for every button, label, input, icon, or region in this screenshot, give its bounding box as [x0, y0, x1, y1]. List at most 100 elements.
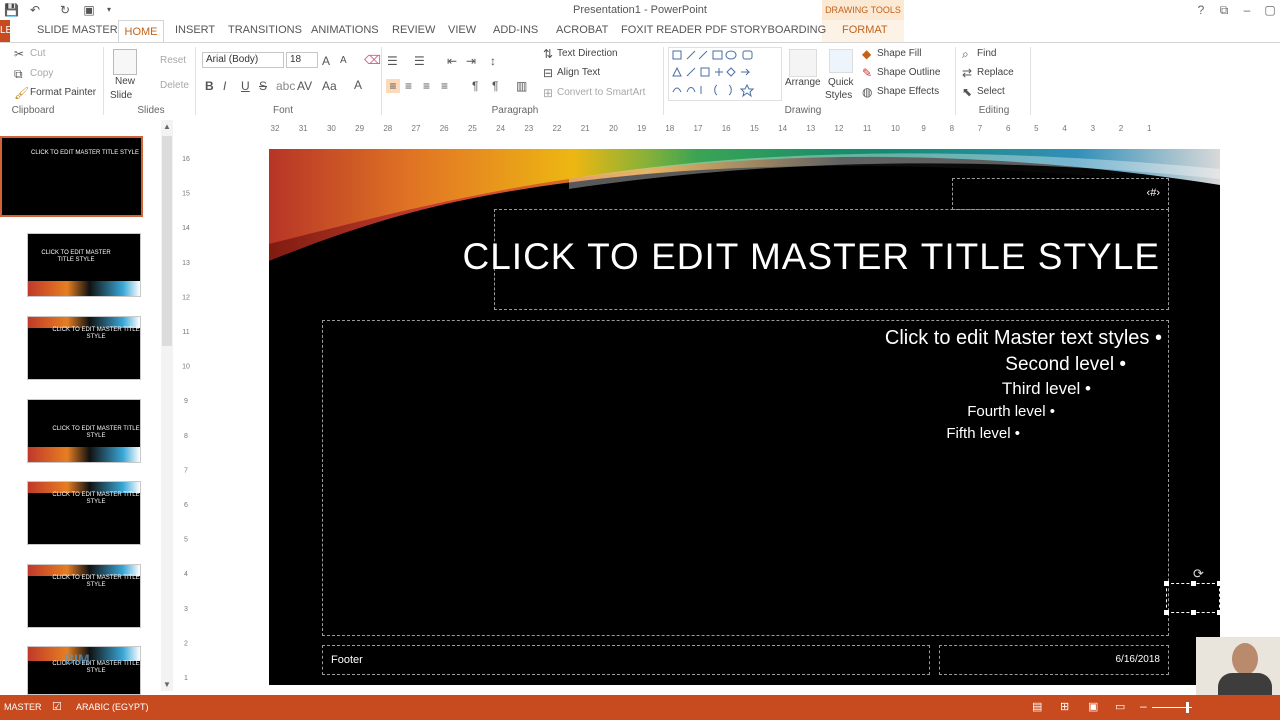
thumbnail-layout[interactable]: CLICK TO EDIT MASTER TITLE STYLE: [27, 316, 141, 380]
convert-smartart-button[interactable]: Convert to SmartArt: [557, 87, 645, 98]
new-slide-button[interactable]: New: [115, 76, 135, 87]
replace-button[interactable]: Replace: [977, 67, 1014, 78]
help-icon[interactable]: ?: [1193, 3, 1209, 17]
scroll-down-icon[interactable]: ▼: [163, 680, 171, 689]
resize-handle[interactable]: [1217, 581, 1222, 586]
tab-view[interactable]: VIEW: [448, 24, 476, 36]
smartart-icon[interactable]: ⊞: [543, 86, 553, 100]
reset-button[interactable]: Reset: [160, 55, 186, 66]
normal-view-icon[interactable]: ▤: [1032, 700, 1042, 713]
delete-button[interactable]: Delete: [160, 80, 189, 91]
tab-home[interactable]: HOME: [118, 20, 164, 43]
thumbnail-layout[interactable]: CLICK TO EDIT MASTER TITLE STYLE: [27, 233, 141, 297]
slide-sorter-icon[interactable]: ⊞: [1060, 700, 1069, 713]
zoom-out-icon[interactable]: –: [1140, 699, 1147, 713]
bold-icon[interactable]: B: [205, 79, 214, 93]
columns-icon[interactable]: ▥: [516, 79, 527, 93]
quick-styles-icon[interactable]: [829, 49, 853, 73]
slideshow-icon[interactable]: ▭: [1115, 700, 1125, 713]
shape-outline-icon[interactable]: ✎: [862, 66, 872, 80]
find-icon[interactable]: ⌕: [962, 47, 969, 61]
increase-indent-icon[interactable]: ⇥: [466, 54, 476, 68]
date-placeholder[interactable]: 6/16/2018: [939, 645, 1169, 675]
find-button[interactable]: Find: [977, 48, 996, 59]
shapes-gallery[interactable]: [668, 47, 782, 101]
copy-button[interactable]: Copy: [30, 68, 53, 79]
tab-slide-master[interactable]: SLIDE MASTER: [37, 24, 118, 36]
title-placeholder[interactable]: CLICK TO EDIT MASTER TITLE STYLE: [463, 209, 1169, 310]
numbering-icon[interactable]: ☰: [414, 54, 425, 68]
tab-review[interactable]: REVIEW: [392, 24, 435, 36]
strikethrough-icon[interactable]: S: [259, 79, 267, 93]
resize-handle[interactable]: [1191, 581, 1196, 586]
ribbon-display-icon[interactable]: ⧉: [1216, 3, 1232, 18]
rotate-handle-icon[interactable]: ⟳: [1193, 566, 1204, 582]
tab-format[interactable]: FORMAT: [842, 24, 888, 36]
font-color-icon[interactable]: A: [354, 78, 362, 92]
thumbnail-layout[interactable]: CLICK TO EDIT MASTER TITLE STYLE: [27, 399, 141, 463]
resize-handle[interactable]: [1164, 581, 1169, 586]
align-text-button[interactable]: Align Text: [557, 67, 600, 78]
select-icon[interactable]: ⬉: [962, 85, 972, 99]
font-name-box[interactable]: Arial (Body): [202, 52, 284, 68]
tab-add-ins[interactable]: ADD-INS: [493, 24, 538, 36]
footer-placeholder[interactable]: Footer: [322, 645, 930, 675]
minimize-icon[interactable]: –: [1239, 3, 1255, 17]
shape-fill-button[interactable]: Shape Fill: [877, 48, 921, 59]
reading-view-icon[interactable]: ▣: [1088, 700, 1098, 713]
tab-animations[interactable]: ANIMATIONS: [311, 24, 379, 36]
scroll-up-icon[interactable]: ▲: [163, 122, 171, 131]
tab-insert[interactable]: INSERT: [175, 24, 215, 36]
underline-icon[interactable]: U: [241, 79, 250, 93]
ltr-icon[interactable]: ¶: [472, 79, 478, 93]
quick-styles-button-label[interactable]: Styles: [825, 90, 852, 101]
new-slide-button-label[interactable]: Slide: [110, 90, 132, 101]
thumbnail-master[interactable]: CLICK TO EDIT MASTER TITLE STYLE: [0, 136, 143, 217]
align-text-icon[interactable]: ⊟: [543, 66, 553, 80]
new-slide-icon[interactable]: [113, 49, 137, 75]
shape-effects-icon[interactable]: ◍: [862, 85, 872, 99]
justify-icon[interactable]: ≡: [441, 79, 448, 93]
content-placeholder[interactable]: Click to edit Master text styles • Secon…: [322, 320, 1169, 636]
arrange-icon[interactable]: [789, 49, 817, 77]
resize-handle[interactable]: [1191, 610, 1196, 615]
format-painter-button[interactable]: Format Painter: [30, 87, 96, 98]
tab-transitions[interactable]: TRANSITIONS: [228, 24, 302, 36]
clear-formatting-icon[interactable]: ⌫: [364, 53, 381, 67]
selected-shape[interactable]: ⟳: [1164, 566, 1222, 615]
tab-storyboarding[interactable]: STORYBOARDING: [730, 24, 826, 36]
tab-file[interactable]: LE: [0, 20, 10, 42]
line-spacing-icon[interactable]: ↕: [490, 54, 496, 68]
thumbnail-layout[interactable]: CLICK TO EDIT MASTER TITLE STYLE: [27, 481, 141, 545]
arrange-button[interactable]: Arrange: [785, 77, 821, 88]
maximize-icon[interactable]: ▢: [1262, 3, 1278, 17]
shape-outline-button[interactable]: Shape Outline: [877, 67, 940, 78]
format-painter-icon[interactable]: 🖌: [14, 86, 29, 100]
resize-handle[interactable]: [1164, 610, 1169, 615]
font-size-box[interactable]: 18: [286, 52, 318, 68]
tab-acrobat[interactable]: ACROBAT: [556, 24, 608, 36]
shape-effects-button[interactable]: Shape Effects: [877, 86, 939, 97]
thumbnail-scrollbar[interactable]: ▲ ▼: [161, 120, 173, 691]
select-button[interactable]: Select: [977, 86, 1005, 97]
character-spacing-icon[interactable]: AV: [297, 79, 312, 93]
decrease-font-icon[interactable]: A: [340, 54, 347, 68]
center-icon[interactable]: ≡: [405, 79, 412, 93]
cut-button[interactable]: Cut: [30, 48, 46, 59]
text-direction-icon[interactable]: ⇅: [543, 47, 553, 61]
align-right-icon[interactable]: ≡: [423, 79, 430, 93]
quick-styles-button[interactable]: Quick: [828, 77, 854, 88]
scroll-thumb[interactable]: [162, 136, 172, 346]
replace-icon[interactable]: ⇄: [962, 66, 972, 80]
text-direction-button[interactable]: Text Direction: [557, 48, 618, 59]
copy-icon[interactable]: ⧉: [14, 67, 23, 81]
spelling-icon[interactable]: ☑: [52, 700, 62, 713]
language-label[interactable]: ARABIC (EGYPT): [76, 702, 149, 712]
rtl-icon[interactable]: ¶: [492, 79, 498, 93]
tab-foxit-reader-pdf[interactable]: FOXIT READER PDF: [621, 24, 727, 36]
zoom-slider-thumb[interactable]: [1186, 702, 1189, 713]
bullets-icon[interactable]: ☰: [387, 54, 398, 68]
shape-fill-icon[interactable]: ◆: [862, 47, 871, 61]
increase-font-icon[interactable]: A: [322, 54, 330, 68]
slide-number-placeholder[interactable]: ‹#›: [952, 178, 1169, 210]
